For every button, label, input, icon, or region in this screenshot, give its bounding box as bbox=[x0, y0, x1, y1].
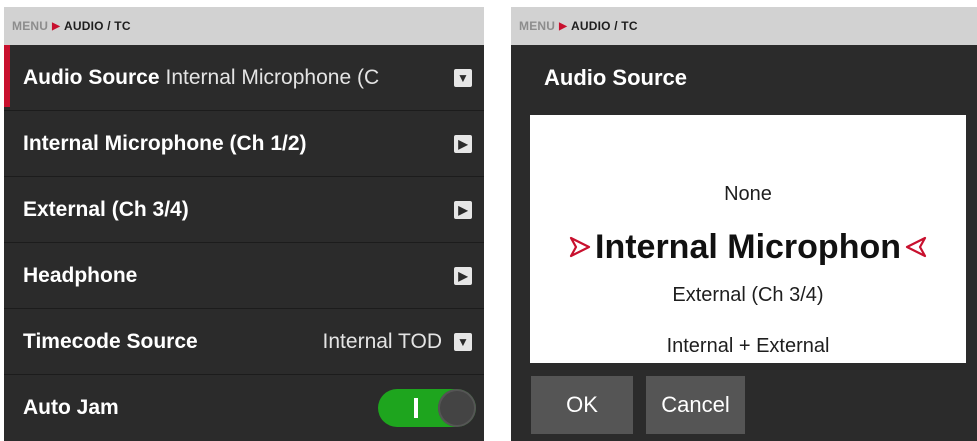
internal-microphone-label: Internal Microphone (Ch 1/2) bbox=[23, 131, 307, 155]
menu-row-auto-jam: Auto Jam bbox=[4, 375, 484, 441]
chevron-right-icon[interactable]: ▶ bbox=[454, 200, 472, 219]
breadcrumb: MENU ▶ AUDIO / TC bbox=[511, 7, 977, 45]
external-label: External (Ch 3/4) bbox=[23, 197, 189, 221]
breadcrumb-separator-icon: ▶ bbox=[52, 20, 61, 32]
timecode-source-label: Timecode Source bbox=[23, 329, 198, 353]
audio-tc-menu-panel: MENU ▶ AUDIO / TC Audio Source Internal … bbox=[4, 7, 484, 441]
toggle-on-indicator bbox=[414, 398, 418, 418]
option-external[interactable]: External (Ch 3/4) bbox=[530, 284, 966, 307]
audio-source-dialog-panel: MENU ▶ AUDIO / TC Audio Source None Inte… bbox=[511, 7, 977, 441]
menu-row-audio-source[interactable]: Audio Source Internal Microphone (C ▼ bbox=[4, 45, 484, 111]
timecode-source-value: Internal TOD bbox=[322, 329, 442, 353]
audio-source-value: Internal Microphone (C bbox=[165, 65, 380, 89]
breadcrumb: MENU ▶ AUDIO / TC bbox=[4, 7, 484, 45]
menu-row-internal-microphone[interactable]: Internal Microphone (Ch 1/2) ▶ bbox=[4, 111, 484, 177]
headphone-label: Headphone bbox=[23, 263, 138, 287]
triangle-right-outline-icon bbox=[569, 236, 591, 258]
selected-row-marker bbox=[4, 45, 10, 107]
audio-source-label: Audio Source bbox=[23, 65, 160, 89]
triangle-left-outline-icon bbox=[905, 236, 927, 258]
toggle-knob bbox=[438, 389, 476, 427]
auto-jam-label: Auto Jam bbox=[23, 396, 119, 419]
chevron-down-icon[interactable]: ▼ bbox=[454, 68, 472, 87]
option-selected[interactable]: Internal Microphon bbox=[530, 223, 966, 271]
menu-row-external[interactable]: External (Ch 3/4) ▶ bbox=[4, 177, 484, 243]
ok-button[interactable]: OK bbox=[531, 376, 633, 434]
option-internal-microphone: Internal Microphon bbox=[595, 227, 901, 266]
breadcrumb-current: AUDIO / TC bbox=[571, 19, 638, 33]
breadcrumb-root[interactable]: MENU bbox=[519, 19, 555, 33]
menu-row-headphone[interactable]: Headphone ▶ bbox=[4, 243, 484, 309]
cancel-button[interactable]: Cancel bbox=[646, 376, 745, 434]
auto-jam-toggle[interactable] bbox=[378, 389, 476, 427]
chevron-right-icon[interactable]: ▶ bbox=[454, 134, 472, 153]
breadcrumb-current: AUDIO / TC bbox=[64, 19, 131, 33]
chevron-down-icon[interactable]: ▼ bbox=[454, 332, 472, 351]
option-picker[interactable]: None Internal Microphon External (Ch 3/4… bbox=[530, 115, 966, 363]
chevron-right-icon[interactable]: ▶ bbox=[454, 266, 472, 285]
option-internal-plus-external[interactable]: Internal + External bbox=[530, 335, 966, 358]
option-none[interactable]: None bbox=[530, 183, 966, 206]
dialog-title: Audio Source bbox=[544, 65, 688, 90]
breadcrumb-separator-icon: ▶ bbox=[559, 20, 568, 32]
breadcrumb-root[interactable]: MENU bbox=[12, 19, 48, 33]
menu-row-timecode-source[interactable]: Timecode Source Internal TOD ▼ bbox=[4, 309, 484, 375]
